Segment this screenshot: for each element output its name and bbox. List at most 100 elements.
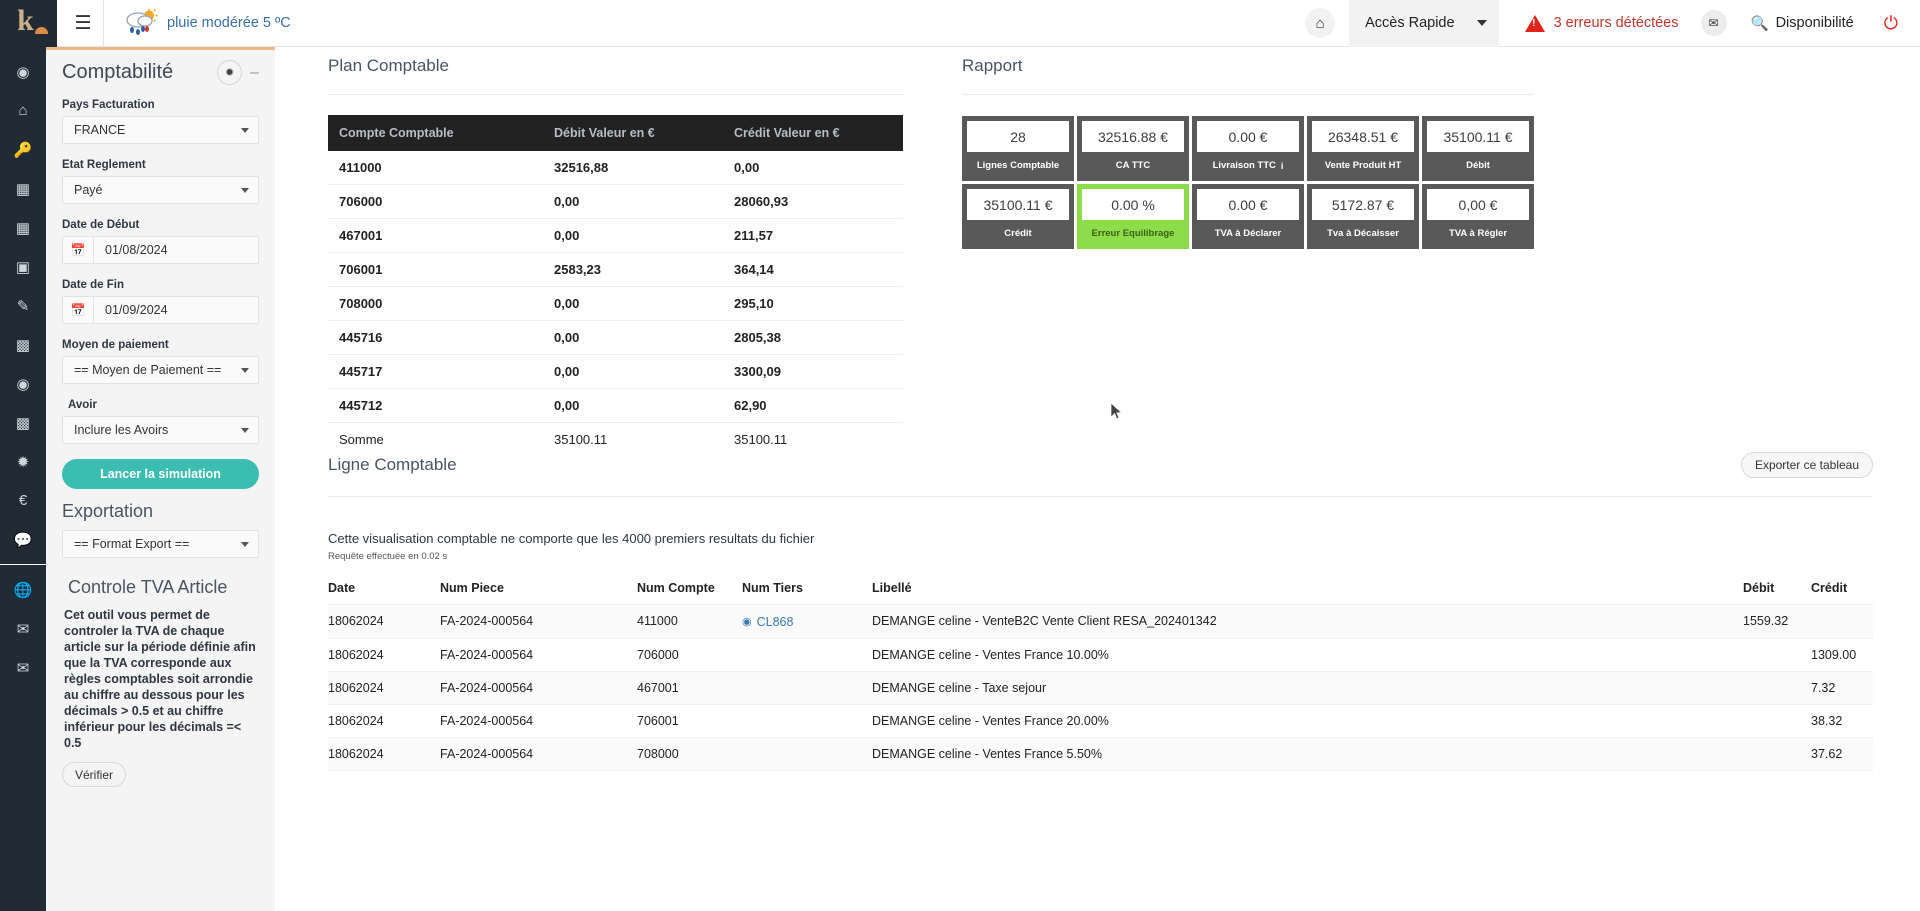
cell-compte: 708000	[328, 286, 543, 321]
cell-libelle: DEMANGE celine - Taxe sejour	[872, 671, 1743, 705]
chat-icon[interactable]: 💬	[0, 520, 46, 559]
errors-indicator[interactable]: 3 erreurs détéctées	[1524, 14, 1679, 32]
availability-button[interactable]: 🔍 Disponibilité	[1751, 15, 1854, 32]
card-icon[interactable]: ▦	[0, 169, 46, 208]
main-content: Plan Comptable Compte Comptable Débit Va…	[275, 47, 1920, 911]
gift-icon[interactable]: ▩	[0, 403, 46, 442]
availability-label: Disponibilité	[1775, 15, 1854, 31]
pays-facturation-label: Pays Facturation	[62, 99, 155, 111]
panel-header-actions: ✹ –	[217, 60, 259, 85]
moyen-paiement-select[interactable]: == Moyen de Paiement ==	[62, 356, 259, 384]
eye-icon: ◉	[742, 616, 752, 628]
verifier-button[interactable]: Vérifier	[62, 762, 127, 787]
cell-debit	[1743, 671, 1811, 705]
cell-debit: 0,00	[543, 184, 723, 219]
table-row: 706001 2583,23 364,14	[328, 252, 903, 287]
cell-compte: 445716	[328, 320, 543, 355]
mail2-icon[interactable]: ✉	[0, 648, 46, 687]
power-icon[interactable]: ⏻	[1884, 13, 1898, 34]
cell-credit: 38.32	[1811, 704, 1873, 738]
section-divider	[962, 94, 1534, 95]
cell-debit: 0,00	[543, 286, 723, 321]
cell-somme-debit: 35100.11	[543, 422, 723, 456]
ligne-comptable-section: Ligne Comptable Exporter ce tableau Cett…	[328, 452, 1873, 771]
cell-credit: 37.62	[1811, 737, 1873, 771]
table-row: 445716 0,00 2805,38	[328, 320, 903, 355]
date-fin-input[interactable]: 📅 01/09/2024	[62, 296, 259, 324]
home-icon[interactable]: ⌂	[1305, 8, 1336, 38]
rapport-card: 35100.11 € Débit	[1422, 116, 1534, 181]
weather-text: pluie modérée 5 ºC	[167, 15, 291, 31]
etat-reglement-select[interactable]: Payé	[62, 176, 259, 204]
panel-header: Comptabilité ✹ –	[62, 50, 259, 85]
rapport-card-value: 35100.11 €	[967, 189, 1069, 220]
minus-icon[interactable]: –	[250, 64, 259, 81]
envelope-icon[interactable]: ✉	[1700, 10, 1727, 36]
lancer-simulation-button[interactable]: Lancer la simulation	[62, 459, 259, 489]
cell-credit: 3300,09	[723, 354, 903, 389]
pencil-icon[interactable]: ✎	[0, 286, 46, 325]
rapport-card-label-text: CA TTC	[1115, 160, 1151, 171]
date-fin-value: 01/09/2024	[105, 303, 168, 317]
table-row: 411000 32516,88 0,00	[328, 151, 903, 185]
rapport-cards-grid: 28 Lignes Comptable 32516.88 € CA TTC 0.00 €…	[962, 116, 1534, 249]
quick-access-label: Accès Rapide	[1365, 15, 1455, 31]
hamburger-icon[interactable]: ☰	[63, 0, 103, 47]
gear-icon[interactable]: ✹	[217, 60, 243, 85]
calendar-icon: 📅	[63, 237, 94, 263]
col-num-compte: Num Compte	[637, 575, 742, 605]
cell-num-piece: FA-2024-000564	[440, 671, 637, 705]
search-icon: 🔍	[1750, 15, 1769, 32]
rapport-section: Rapport 28 Lignes Comptable 32516.88 € CA T…	[962, 56, 1534, 249]
cell-credit: 0,00	[723, 151, 903, 185]
weather-widget[interactable]: pluie modérée 5 ºC	[124, 9, 291, 37]
chevron-down-icon	[241, 127, 249, 133]
logo-letter: k	[17, 4, 34, 37]
rail-divider	[0, 564, 46, 565]
dashboard-icon[interactable]: ◉	[0, 52, 46, 91]
num-tiers-link[interactable]: ◉ CL868	[742, 615, 793, 629]
table-header-row: Compte Comptable Débit Valeur en € Crédi…	[328, 115, 903, 151]
section-divider	[328, 94, 903, 95]
query-time-note: Requête effectuée en 0.02 s	[328, 551, 448, 562]
info-icon[interactable]: i	[1281, 161, 1284, 171]
controle-tva-description: Cet outil vous permet de controler la TV…	[64, 608, 256, 750]
ligne-comptable-title: Ligne Comptable	[328, 455, 457, 474]
key-icon[interactable]: 🔑	[0, 130, 46, 169]
rapport-card-label-text: Débit	[1466, 160, 1490, 171]
plan-comptable-title: Plan Comptable	[328, 56, 449, 75]
cell-credit: 7.32	[1811, 671, 1873, 705]
format-export-select[interactable]: == Format Export ==	[62, 530, 259, 558]
col-compte-comptable: Compte Comptable	[328, 115, 543, 151]
ligne-comptable-table: Date Num Piece Num Compte Num Tiers Libe…	[328, 575, 1873, 771]
avoir-select[interactable]: Inclure les Avoirs	[62, 416, 259, 444]
cell-num-compte: 706000	[637, 638, 742, 672]
rapport-card-label: Débit	[1427, 155, 1529, 176]
euro-icon[interactable]: €	[0, 481, 46, 520]
plan-comptable-body: 411000 32516,88 0,00 706000 0,00 28060,93 4670…	[328, 151, 903, 456]
cell-credit: 211,57	[723, 218, 903, 253]
rapport-card-label-text: TVA à Régler	[1448, 228, 1508, 239]
exportation-title: Exportation	[62, 501, 154, 521]
date-debut-label: Date de Début	[62, 219, 140, 231]
calendar-icon: 📅	[63, 297, 94, 323]
mail-icon[interactable]: ✉	[0, 609, 46, 648]
quick-access-dropdown[interactable]: Accès Rapide	[1349, 0, 1499, 47]
col-libelle: Libellé	[872, 575, 1743, 605]
cell-debit	[1743, 704, 1811, 738]
map-icon[interactable]: ▩	[0, 325, 46, 364]
plan-comptable-section: Plan Comptable Compte Comptable Débit Va…	[328, 56, 903, 456]
topbar-divider	[103, 0, 104, 47]
contact-icon[interactable]: ▣	[0, 247, 46, 286]
home-icon[interactable]: ⌂	[0, 91, 46, 130]
pays-facturation-select[interactable]: FRANCE	[62, 116, 259, 144]
date-debut-input[interactable]: 📅 01/08/2024	[62, 236, 259, 264]
app-logo[interactable]: k	[0, 0, 57, 47]
globe-icon[interactable]: 🌐	[0, 570, 46, 609]
col-date: Date	[328, 575, 440, 605]
settings-icon[interactable]: ✹	[0, 442, 46, 481]
user-icon[interactable]: ◉	[0, 364, 46, 403]
calculator-icon[interactable]: ▦	[0, 208, 46, 247]
exporter-tableau-button[interactable]: Exporter ce tableau	[1740, 452, 1873, 478]
top-bar: k ☰ pluie modérée 5 ºC ⌂ Accès Rapide ! …	[0, 0, 1920, 47]
